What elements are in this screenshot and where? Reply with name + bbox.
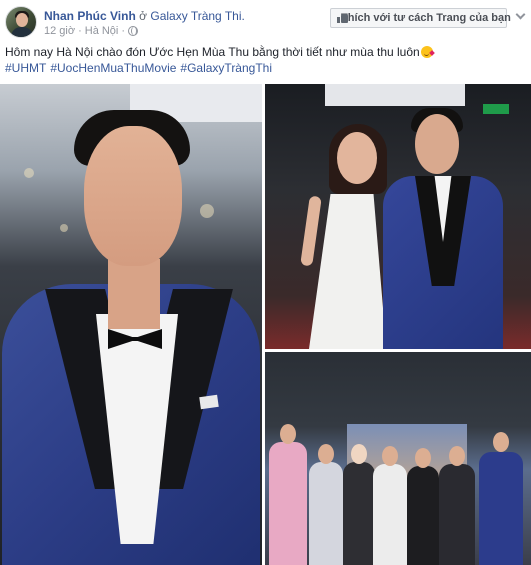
like-as-page-button[interactable]: Thích với tư cách Trang của bạn [330, 8, 511, 28]
post-meta: 12 giờ · Hà Nội · [44, 25, 139, 37]
author-avatar[interactable] [5, 6, 37, 38]
author-line: Nhan Phúc Vinh ở Galaxy Tràng Thi. [44, 9, 245, 23]
hashtag-link[interactable]: #UHMT [5, 60, 46, 76]
hashtag-list: #UHMT #UocHenMuaThuMovie #GalaxyTràngThi [5, 60, 525, 76]
photo-grid [0, 84, 531, 565]
post-header: Nhan Phúc Vinh ở Galaxy Tràng Thi. 12 gi… [0, 0, 531, 42]
location-link[interactable]: Galaxy Tràng Thi. [150, 9, 245, 23]
photo-group[interactable] [265, 352, 531, 565]
hashtag-link[interactable]: #GalaxyTràngThi [180, 60, 272, 76]
like-as-page-label: Thích với tư cách Trang của bạn [341, 12, 511, 24]
message-text: Hôm nay Hà Nội chào đón Ước Hẹn Mùa Thu … [5, 45, 420, 59]
photo-main[interactable] [0, 84, 262, 565]
meta-separator-2: · [121, 25, 126, 37]
blowing-kiss-emoji-icon [420, 46, 435, 58]
globe-icon[interactable] [128, 26, 139, 36]
timestamp-link[interactable]: 12 giờ [44, 25, 75, 37]
city-link[interactable]: Hà Nội [85, 25, 119, 37]
author-name-link[interactable]: Nhan Phúc Vinh [44, 9, 136, 23]
hashtag-link[interactable]: #UocHenMuaThuMovie [50, 60, 176, 76]
chevron-down-icon[interactable] [515, 11, 525, 21]
post-message: Hôm nay Hà Nội chào đón Ước Hẹn Mùa Thu … [5, 44, 525, 76]
meta-separator: · [78, 25, 82, 37]
location-preposition: ở [139, 9, 148, 23]
photo-couple[interactable] [265, 84, 531, 349]
